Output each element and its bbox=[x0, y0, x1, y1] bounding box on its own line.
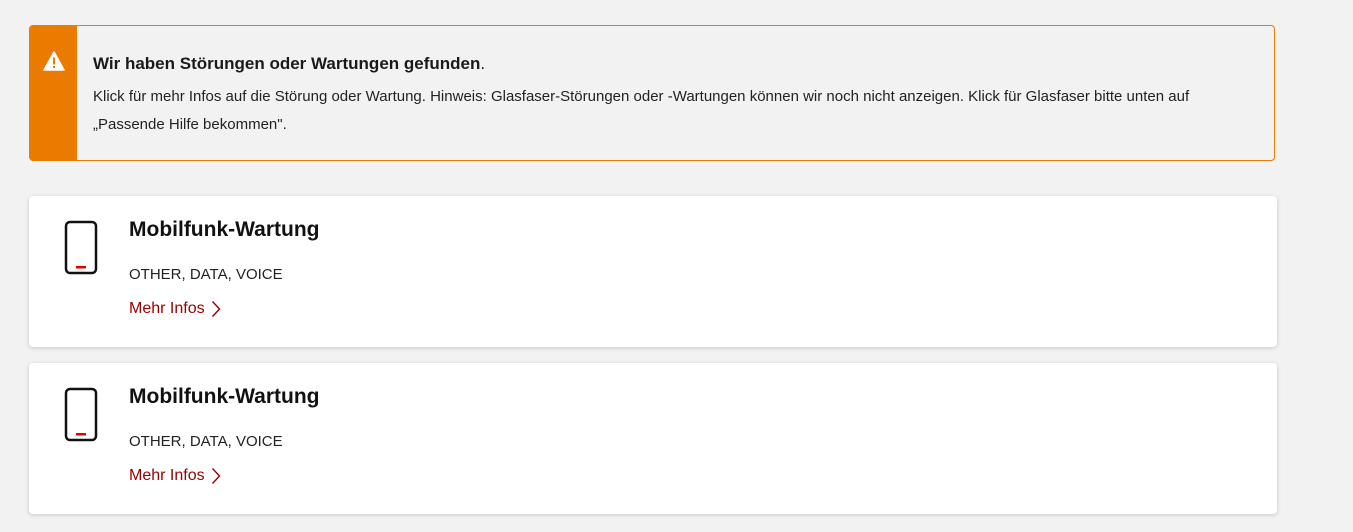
maintenance-alert: Wir haben Störungen oder Wartungen gefun… bbox=[29, 25, 1275, 161]
more-info-link[interactable]: Mehr Infos bbox=[129, 467, 221, 485]
incident-title: Mobilfunk-Wartung bbox=[129, 385, 320, 408]
more-info-link[interactable]: Mehr Infos bbox=[129, 300, 221, 318]
chevron-right-icon bbox=[211, 301, 221, 317]
alert-title-suffix: . bbox=[480, 54, 486, 73]
alert-description: Klick für mehr Infos auf die Störung ode… bbox=[93, 83, 1189, 139]
incident-tags: OTHER, DATA, VOICE bbox=[129, 433, 283, 450]
alert-stripe bbox=[30, 26, 77, 160]
alert-description-line-2: „Passende Hilfe bekommen". bbox=[93, 116, 287, 133]
chevron-right-icon bbox=[211, 468, 221, 484]
more-info-label: Mehr Infos bbox=[129, 467, 205, 484]
incident-title: Mobilfunk-Wartung bbox=[129, 218, 320, 241]
mobile-phone-icon bbox=[64, 387, 98, 442]
alert-body: Wir haben Störungen oder Wartungen gefun… bbox=[77, 26, 1205, 160]
warning-icon bbox=[42, 51, 65, 71]
mobile-phone-icon bbox=[64, 220, 98, 275]
incident-card: Mobilfunk-Wartung OTHER, DATA, VOICE Meh… bbox=[29, 196, 1277, 347]
more-info-label: Mehr Infos bbox=[129, 300, 205, 317]
alert-title: Wir haben Störungen oder Wartungen gefun… bbox=[93, 54, 486, 73]
alert-description-line-1: Klick für mehr Infos auf die Störung ode… bbox=[93, 88, 1190, 105]
incident-tags: OTHER, DATA, VOICE bbox=[129, 266, 283, 283]
incident-card: Mobilfunk-Wartung OTHER, DATA, VOICE Meh… bbox=[29, 363, 1277, 514]
